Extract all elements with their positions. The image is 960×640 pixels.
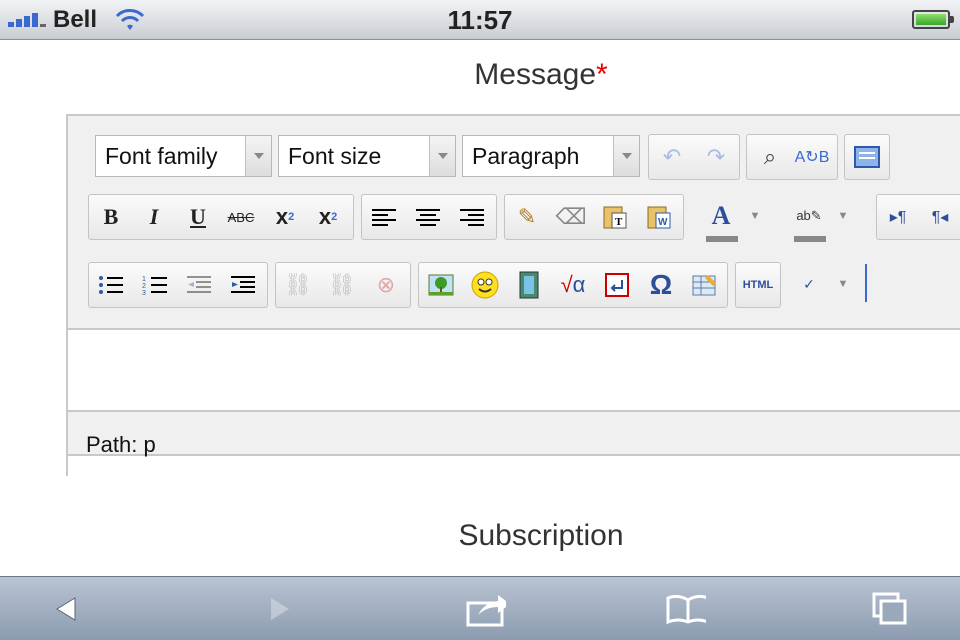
nolink-icon[interactable]: ⊗ <box>367 265 405 305</box>
align-right-icon[interactable] <box>453 197 491 237</box>
svg-text:T: T <box>615 216 623 228</box>
replace-icon[interactable]: A↻B <box>793 137 831 177</box>
special-character-icon[interactable]: Ω <box>642 265 680 305</box>
chevron-down-icon[interactable]: ▼ <box>744 196 766 236</box>
paste-word-icon[interactable]: W <box>640 197 678 237</box>
svg-text:1: 1 <box>142 276 146 283</box>
insert-group: √ α Ω <box>418 262 728 308</box>
alignment-group <box>361 194 497 240</box>
spellcheck-group: ✓ ▼ <box>788 262 858 308</box>
cleanup-brush-icon[interactable]: ✎ <box>508 197 546 237</box>
numbered-list-icon[interactable]: 123 <box>136 265 174 305</box>
chevron-down-icon[interactable]: ▼ <box>832 264 854 304</box>
link-group: ⛓ ⛓ ⊗ <box>275 262 411 308</box>
link-icon[interactable]: ⛓ <box>279 265 317 305</box>
text-color-swatch <box>706 236 738 242</box>
chevron-down-icon[interactable]: ▼ <box>832 196 854 236</box>
font-size-select[interactable]: Font size <box>278 135 456 177</box>
equation-icon[interactable]: √ α <box>554 265 592 305</box>
format-select[interactable]: Paragraph <box>462 135 640 177</box>
browser-toolbar <box>0 576 960 640</box>
highlight-color-swatch <box>794 236 826 242</box>
chevron-down-icon[interactable] <box>429 136 455 176</box>
pages-icon[interactable] <box>870 589 910 629</box>
text-color-group: A ▼ <box>700 194 770 242</box>
subscription-label: Subscription <box>458 519 624 552</box>
italic-icon[interactable]: I <box>135 197 173 237</box>
editor-content-area[interactable] <box>68 330 960 412</box>
bullet-list-icon[interactable] <box>92 265 130 305</box>
required-marker: * <box>596 58 608 91</box>
chevron-down-icon[interactable] <box>245 136 271 176</box>
superscript-icon[interactable]: x2 <box>309 197 347 237</box>
undo-icon[interactable]: ↶ <box>653 137 691 177</box>
text-style-group: B I U ABC x2 x2 <box>88 194 354 240</box>
outdent-icon[interactable] <box>180 265 218 305</box>
clipboard-group: ✎ ⌫ T W <box>504 194 684 240</box>
direction-group: ▸¶ ¶◂ <box>876 194 960 240</box>
editor-path-bar: Path: p <box>68 412 960 457</box>
rich-text-editor: Font family Font size Paragraph ↶ ↷ ⌕ A↻… <box>66 114 960 476</box>
unlink-icon[interactable]: ⛓ <box>323 265 361 305</box>
font-family-select[interactable]: Font family <box>95 135 272 177</box>
insert-media-icon[interactable] <box>510 265 548 305</box>
fullscreen-icon[interactable] <box>848 137 886 177</box>
editor-toolbar: Font family Font size Paragraph ↶ ↷ ⌕ A↻… <box>68 116 960 330</box>
share-icon[interactable] <box>466 589 506 629</box>
html-group: HTML <box>735 262 781 308</box>
forward-icon[interactable] <box>260 589 300 629</box>
svg-text:3: 3 <box>142 290 146 296</box>
fullscreen-group <box>844 134 890 180</box>
underline-icon[interactable]: U <box>179 197 217 237</box>
indent-icon[interactable] <box>224 265 262 305</box>
status-time: 11:57 <box>447 5 513 35</box>
svg-text:W: W <box>658 217 668 228</box>
html-source-button[interactable]: HTML <box>739 265 777 305</box>
find-icon[interactable]: ⌕ <box>751 137 789 177</box>
insert-anchor-icon[interactable] <box>598 265 636 305</box>
strikethrough-icon[interactable]: ABC <box>222 197 260 237</box>
spellcheck-icon[interactable]: ✓ <box>790 264 828 304</box>
align-center-icon[interactable] <box>409 197 447 237</box>
message-label: Message* <box>474 58 608 91</box>
chevron-down-icon[interactable] <box>613 136 639 176</box>
svg-text:2: 2 <box>142 283 146 290</box>
highlight-color-group: ab✎ ▼ <box>788 194 858 242</box>
back-icon[interactable] <box>46 589 86 629</box>
undo-redo-group: ↶ ↷ <box>648 134 740 180</box>
bold-icon[interactable]: B <box>92 197 130 237</box>
highlight-color-icon[interactable]: ab✎ <box>790 196 828 236</box>
paste-text-icon[interactable]: T <box>596 197 634 237</box>
list-group: 123 <box>88 262 268 308</box>
battery-icon <box>912 10 954 29</box>
status-bar: Bell 11:57 <box>0 0 960 40</box>
text-cursor <box>865 264 867 302</box>
subscript-icon[interactable]: x2 <box>266 197 304 237</box>
ltr-icon[interactable]: ▸¶ <box>879 197 917 237</box>
insert-image-icon[interactable] <box>422 265 460 305</box>
bookmarks-icon[interactable] <box>666 589 706 629</box>
rtl-icon[interactable]: ¶◂ <box>921 197 959 237</box>
redo-icon[interactable]: ↷ <box>697 137 735 177</box>
text-color-icon[interactable]: A <box>702 196 740 236</box>
align-left-icon[interactable] <box>365 197 403 237</box>
search-group: ⌕ A↻B <box>746 134 838 180</box>
eraser-icon[interactable]: ⌫ <box>552 197 590 237</box>
insert-table-icon[interactable] <box>686 265 724 305</box>
emoticon-icon[interactable] <box>466 265 504 305</box>
